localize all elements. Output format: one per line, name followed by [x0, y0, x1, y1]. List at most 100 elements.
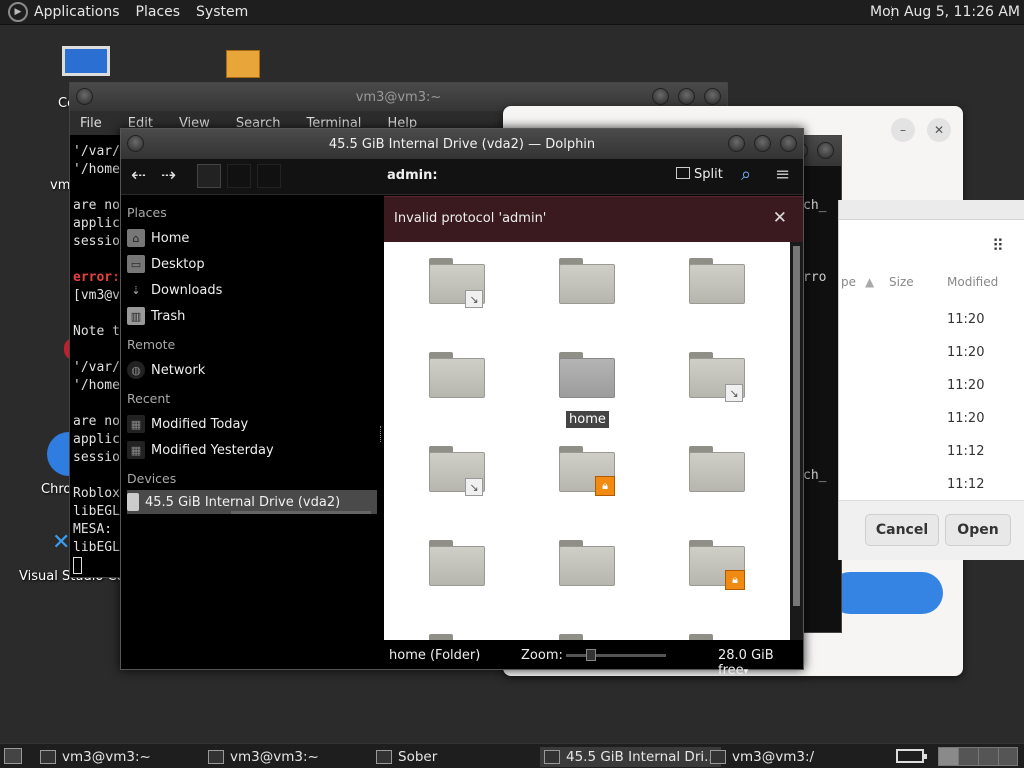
menu-file[interactable]: File	[80, 116, 102, 131]
place-modified-today[interactable]: ▦ Modified Today	[127, 412, 377, 436]
place-label: 45.5 GiB Internal Drive (vda2)	[145, 494, 341, 510]
split-button[interactable]: Split	[676, 167, 723, 182]
terminal-icon	[208, 750, 224, 764]
close-button[interactable]	[704, 88, 721, 105]
home-folder-item[interactable]	[559, 352, 615, 400]
row-modified-time[interactable]: 11:20	[947, 378, 984, 393]
taskbar-item[interactable]: Sober	[376, 747, 437, 767]
zoom-slider-handle[interactable]	[586, 649, 596, 661]
location-breadcrumb[interactable]: admin:	[387, 168, 438, 183]
place-desktop[interactable]: ▭ Desktop	[127, 252, 377, 276]
row-modified-time[interactable]: 11:20	[947, 411, 984, 426]
row-modified-time[interactable]: 11:20	[947, 312, 984, 327]
folder-icon[interactable]	[689, 634, 745, 640]
error-message: Invalid protocol 'admin'	[394, 211, 547, 226]
forward-icon[interactable]: ⇢	[161, 165, 176, 186]
terminal-line: MESA:	[73, 522, 113, 537]
dolphin-titlebar[interactable]: 45.5 GiB Internal Drive (vda2) — Dolphin	[121, 129, 803, 159]
folder-icon[interactable]	[559, 258, 615, 306]
details-view-icon[interactable]	[257, 164, 281, 188]
symlink-badge-icon: ↘	[725, 384, 743, 402]
place-label: Desktop	[151, 256, 205, 272]
cancel-button[interactable]: Cancel	[865, 514, 939, 546]
menu-applications[interactable]: Applications	[34, 4, 120, 20]
window-menu-button[interactable]	[127, 135, 144, 152]
row-modified-time[interactable]: 11:12	[947, 477, 984, 492]
open-button[interactable]: Open	[945, 514, 1011, 546]
search-icon[interactable]: ⌕	[741, 164, 751, 185]
lock-badge-icon: 🔒︎	[595, 476, 615, 496]
close-button[interactable]: ✕	[927, 118, 951, 142]
place-trash[interactable]: ▥ Trash	[127, 304, 377, 328]
taskbar-item[interactable]: vm3@vm3:~	[208, 747, 319, 767]
folder-icon[interactable]	[429, 634, 485, 640]
battery-icon[interactable]	[896, 749, 927, 763]
free-space[interactable]: 28.0 GiB free▾	[718, 648, 803, 678]
close-button[interactable]	[817, 142, 834, 159]
workspace-1[interactable]	[939, 748, 959, 765]
vscode-icon[interactable]: ✕	[52, 530, 70, 555]
taskbar-item[interactable]: vm3@vm3:~	[40, 747, 151, 767]
menu-system[interactable]: System	[196, 4, 248, 20]
column-size-header[interactable]: Size	[889, 275, 914, 289]
dolphin-window[interactable]: 45.5 GiB Internal Drive (vda2) — Dolphin…	[120, 128, 804, 678]
scrollbar-thumb[interactable]	[793, 246, 800, 606]
folder-icon[interactable]	[559, 634, 615, 640]
close-message-icon[interactable]: ✕	[773, 208, 787, 228]
show-desktop-icon[interactable]	[4, 748, 22, 764]
place-network[interactable]: ◍ Network	[127, 358, 377, 382]
window-menu-button[interactable]	[76, 88, 93, 105]
folder-icon[interactable]	[689, 258, 745, 306]
panel-resize-handle[interactable]	[380, 426, 382, 442]
grid-menu-icon[interactable]: ⠿	[992, 236, 1004, 255]
folder-icon[interactable]: 🔒︎	[689, 540, 745, 590]
trash-icon: ▥	[127, 307, 145, 325]
row-modified-time[interactable]: 11:12	[947, 444, 984, 459]
column-type-header[interactable]: pe	[841, 275, 856, 289]
hamburger-menu-icon[interactable]: ≡	[775, 164, 790, 185]
terminal-line: applic	[73, 216, 120, 231]
terminal-line: '/home	[73, 162, 120, 177]
primary-action-button[interactable]	[829, 572, 943, 614]
workspace-switcher[interactable]	[938, 747, 1018, 766]
distro-logo-icon[interactable]: ▶	[8, 2, 28, 22]
file-chooser-window[interactable]: ⠿ pe ▲ Size Modified 11:20 11:20 11:20 1…	[838, 200, 1024, 560]
minimize-button[interactable]: –	[891, 118, 915, 142]
taskbar-label: vm3@vm3:~	[62, 749, 151, 765]
folder-icon[interactable]	[559, 540, 615, 588]
file-icon-view[interactable]: ↘ home ↘ ↘ 🔒︎ 🔒︎	[384, 242, 790, 640]
package-icon[interactable]	[226, 50, 262, 82]
back-icon[interactable]: ⇠	[131, 165, 146, 186]
clock[interactable]: Mon Aug 5, 11:26 AM	[870, 4, 1020, 20]
row-modified-time[interactable]: 11:20	[947, 345, 984, 360]
computer-icon[interactable]	[62, 46, 112, 78]
calendar-icon: ▦	[127, 441, 145, 459]
folder-icon[interactable]	[429, 540, 485, 588]
minimize-button[interactable]	[652, 88, 669, 105]
folder-icon[interactable]	[689, 446, 745, 494]
maximize-button[interactable]	[754, 135, 771, 152]
menu-places[interactable]: Places	[136, 4, 181, 20]
folder-icon[interactable]: ↘	[429, 258, 485, 308]
close-button[interactable]	[780, 135, 797, 152]
icon-view-scrollbar[interactable]	[790, 242, 803, 640]
taskbar-item[interactable]: vm3@vm3:/	[710, 747, 814, 767]
place-downloads[interactable]: ⇣ Downloads	[127, 278, 377, 302]
folder-name-label[interactable]: home	[566, 411, 609, 428]
compact-view-icon[interactable]	[227, 164, 251, 188]
folder-icon[interactable]: ↘	[689, 352, 745, 402]
chevron-down-icon: ▾	[743, 667, 749, 677]
taskbar-item-active[interactable]: 45.5 GiB Internal Dri...	[540, 747, 722, 767]
icons-view-icon[interactable]	[197, 164, 221, 188]
workspace-2[interactable]	[959, 748, 979, 765]
maximize-button[interactable]	[678, 88, 695, 105]
folder-icon[interactable]: 🔒︎	[559, 446, 615, 496]
workspace-3[interactable]	[979, 748, 999, 765]
folder-icon[interactable]: ↘	[429, 446, 485, 496]
zoom-slider[interactable]	[566, 649, 666, 661]
folder-icon[interactable]	[429, 352, 485, 400]
place-modified-yesterday[interactable]: ▦ Modified Yesterday	[127, 438, 377, 462]
place-home[interactable]: ⌂ Home	[127, 226, 377, 250]
column-modified-header[interactable]: Modified	[947, 275, 998, 289]
minimize-button[interactable]	[728, 135, 745, 152]
